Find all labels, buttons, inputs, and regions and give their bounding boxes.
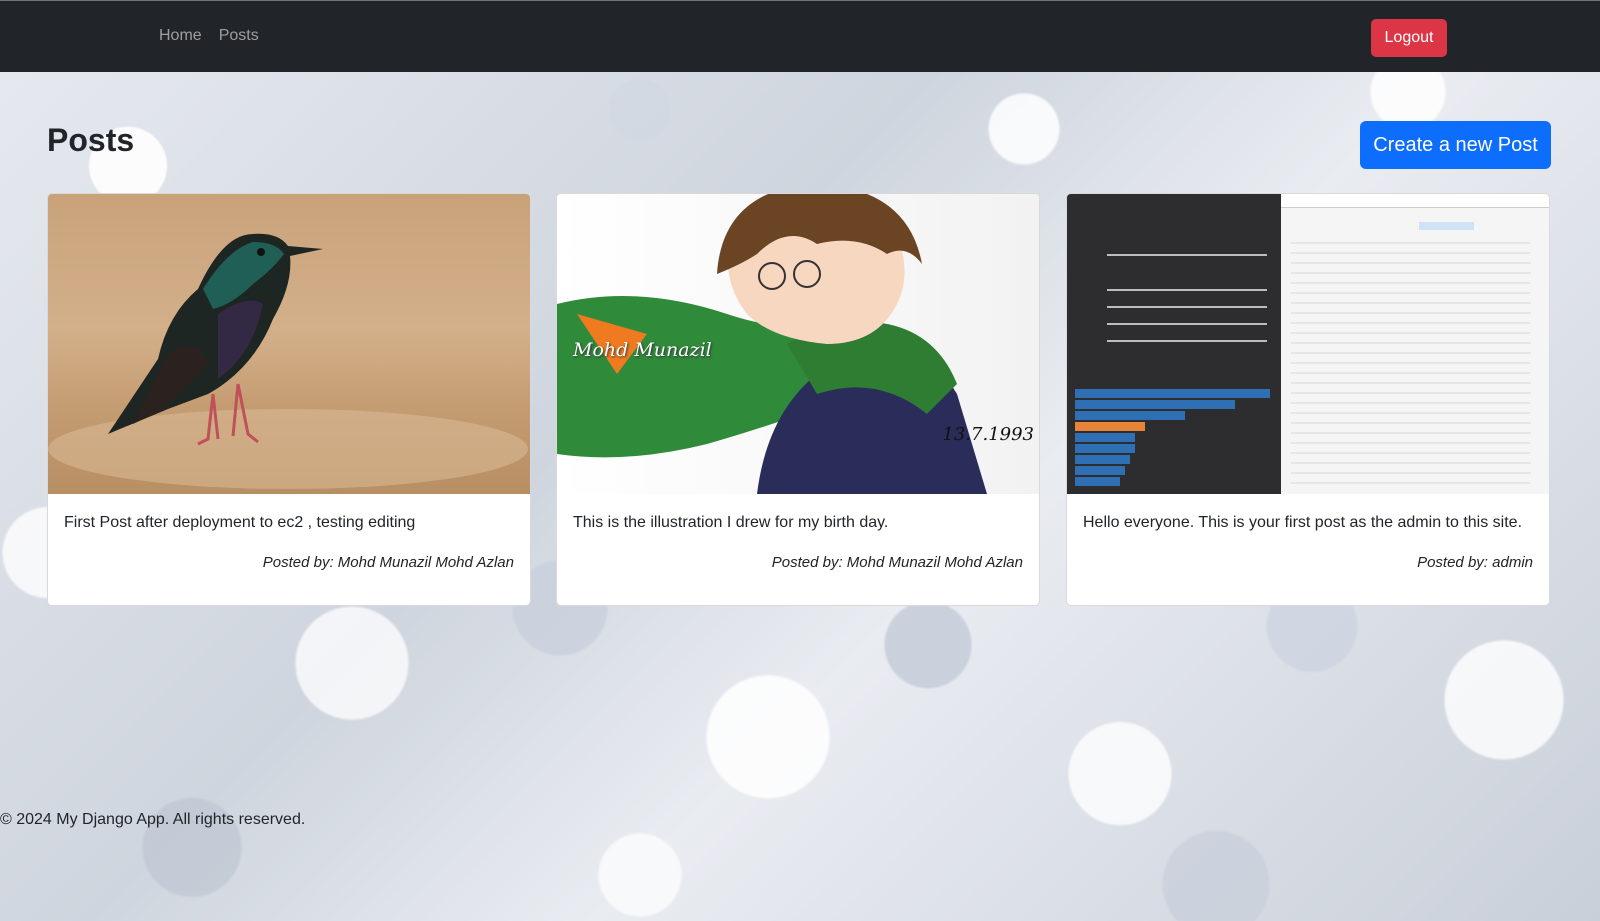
nav-posts-link[interactable]: Posts — [219, 27, 259, 45]
footer-copyright: © 2024 My Django App. All rights reserve… — [0, 811, 306, 828]
post-author: Posted by: Mohd Munazil Mohd Azlan — [263, 554, 514, 571]
post-image-screenshot — [1067, 194, 1549, 494]
create-post-button[interactable]: Create a new Post — [1360, 121, 1551, 169]
post-author: Posted by: Mohd Munazil Mohd Azlan — [772, 554, 1023, 571]
post-card: Mohd Munazil 13.7.1993 This is the illus… — [556, 193, 1040, 606]
post-text: This is the illustration I drew for my b… — [573, 514, 889, 531]
bird-illustration — [48, 233, 528, 489]
post-author: Posted by: admin — [1417, 554, 1533, 571]
illustration-date: 13.7.1993 — [942, 424, 1034, 445]
nav-home-link[interactable]: Home — [159, 27, 202, 45]
illustration-signature: Mohd Munazil — [573, 339, 712, 361]
benchmark-panel — [1067, 194, 1281, 494]
author-name: Mohd Munazil Mohd Azlan — [337, 554, 514, 571]
author-name: admin — [1492, 554, 1533, 571]
posted-by-label: Posted by: — [1417, 554, 1488, 571]
post-image-bird — [48, 194, 530, 494]
navbar: Home Posts Logout — [0, 0, 1600, 72]
post-text: First Post after deployment to ec2 , tes… — [64, 514, 416, 531]
post-image-illustration: Mohd Munazil 13.7.1993 — [557, 194, 1039, 494]
logout-button[interactable]: Logout — [1371, 19, 1447, 57]
page-title: Posts — [47, 122, 135, 158]
author-name: Mohd Munazil Mohd Azlan — [846, 554, 1023, 571]
hardware-monitor-panel — [1281, 194, 1549, 494]
nav-links: Home Posts — [159, 27, 259, 45]
post-card: First Post after deployment to ec2 , tes… — [47, 193, 531, 606]
post-text: Hello everyone. This is your first post … — [1083, 514, 1523, 531]
post-card: Hello everyone. This is your first post … — [1066, 193, 1550, 606]
posted-by-label: Posted by: — [771, 554, 843, 571]
posted-by-label: Posted by: — [262, 554, 334, 571]
